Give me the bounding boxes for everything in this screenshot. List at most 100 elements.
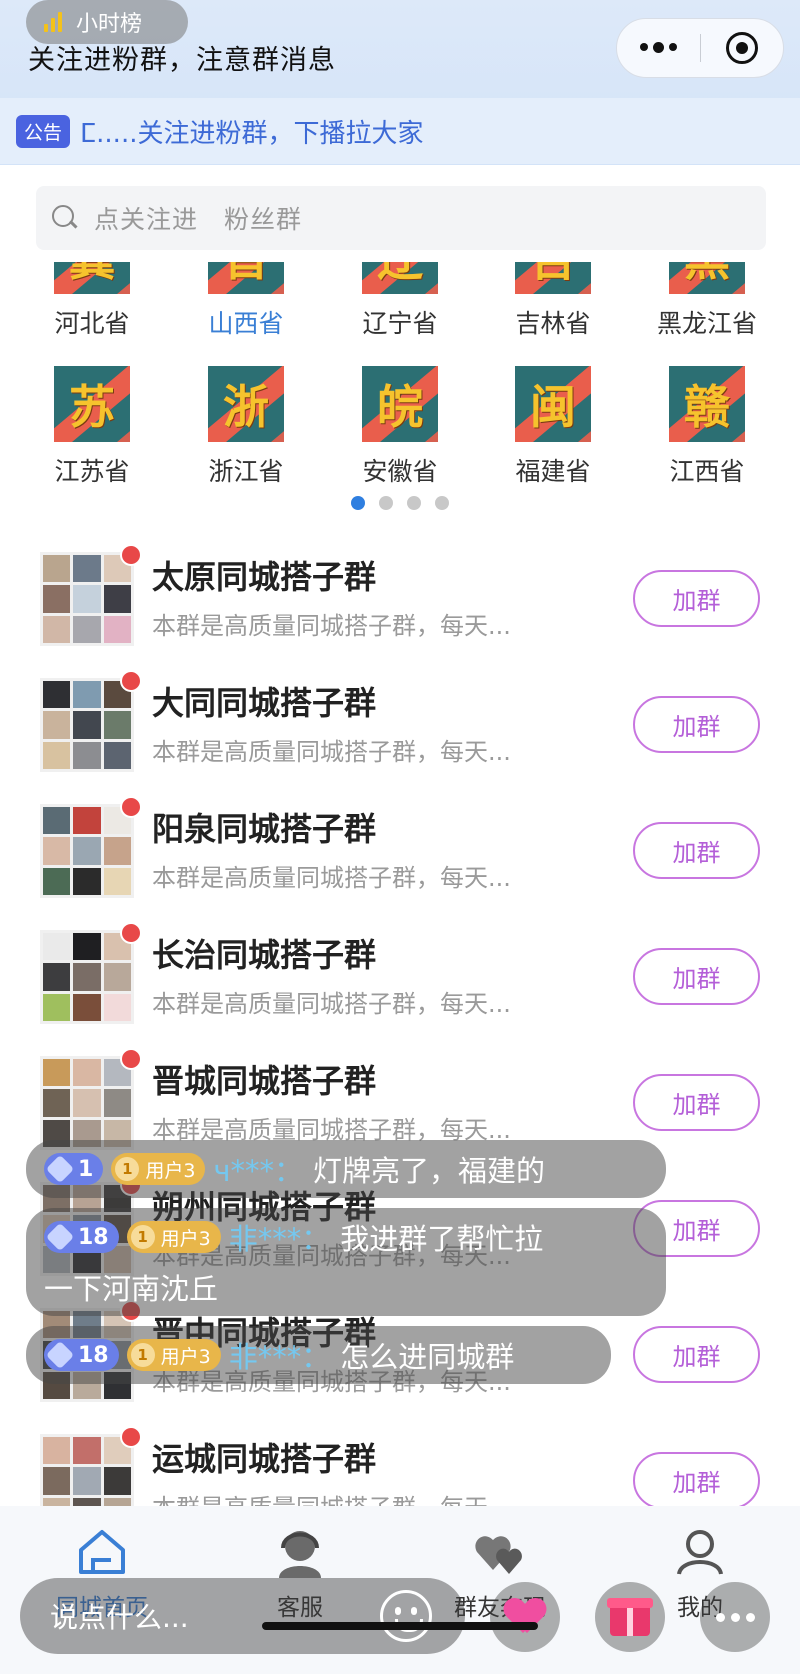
- chat-username[interactable]: ч***：: [213, 1148, 303, 1190]
- search-input[interactable]: 点关注进 粉丝群: [36, 186, 766, 250]
- chat-text: 我进群了帮忙拉: [340, 1222, 544, 1256]
- group-row[interactable]: 太原同城搭子群 本群是高质量同城搭子群，每天... 加群: [0, 530, 800, 656]
- more-dots-icon: [639, 41, 677, 53]
- unread-dot: [120, 670, 142, 692]
- join-group-button[interactable]: 加群: [633, 822, 760, 879]
- chat-text-continued: 一下河南沈丘: [44, 1272, 219, 1306]
- province-liaoning[interactable]: 辽 辽宁省: [340, 262, 460, 340]
- join-group-button[interactable]: 加群: [633, 1326, 760, 1383]
- join-group-button[interactable]: 加群: [633, 948, 760, 1005]
- group-avatar: [40, 678, 134, 772]
- gift-button[interactable]: [595, 1582, 665, 1652]
- gift-icon: [607, 1598, 653, 1636]
- province-name: 河北省: [54, 309, 130, 338]
- group-row[interactable]: 大同同城搭子群 本群是高质量同城搭子群，每天... 加群: [0, 656, 800, 782]
- fan-badge: 1 用户3: [126, 1339, 221, 1371]
- unread-dot: [120, 1048, 142, 1070]
- province-jiangsu[interactable]: 苏 江苏省: [32, 366, 152, 484]
- emoji-icon[interactable]: [380, 1590, 432, 1642]
- province-emblem-icon: 闽: [515, 366, 591, 442]
- group-desc: 本群是高质量同城搭子群，每天...: [152, 738, 511, 766]
- notice-bar: 公告 ⵎ.....关注进粉群，下播拉大家: [0, 98, 800, 164]
- group-name: 大同同城搭子群: [152, 684, 377, 722]
- unread-dot: [120, 796, 142, 818]
- group-name: 太原同城搭子群: [152, 558, 377, 596]
- group-name: 晋城同城搭子群: [152, 1062, 377, 1100]
- province-emblem-icon: 晋: [208, 262, 284, 294]
- province-jiangxi[interactable]: 赣 江西省: [647, 366, 767, 484]
- rank-label: 小时榜: [76, 12, 143, 37]
- group-desc: 本群是高质量同城搭子群，每天...: [152, 990, 511, 1018]
- page-dot[interactable]: [435, 496, 449, 510]
- province-fujian[interactable]: 闽 福建省: [493, 366, 613, 484]
- province-name: 浙江省: [208, 457, 284, 484]
- like-button[interactable]: [490, 1582, 560, 1652]
- fan-heart-icon: 1: [130, 1343, 155, 1367]
- chat-text: 灯牌亮了，福建的: [313, 1154, 546, 1188]
- group-avatar: [40, 1056, 134, 1150]
- province-heilongjiang[interactable]: 黑 黑龙江省: [647, 262, 767, 340]
- province-anhui[interactable]: 皖 安徽省: [340, 366, 460, 484]
- group-desc: 本群是高质量同城搭子群，每天...: [152, 864, 511, 892]
- chat-message: 1 1 用户3 ч***： 灯牌亮了，福建的: [26, 1140, 666, 1198]
- chat-username[interactable]: 非***：: [229, 1334, 331, 1376]
- notice-badge: 公告: [16, 114, 71, 148]
- level-badge: 18: [44, 1339, 119, 1371]
- province-emblem-icon: 皖: [362, 366, 438, 442]
- diamond-icon: [45, 1340, 75, 1370]
- province-name: 江苏省: [54, 457, 130, 484]
- province-name: 江西省: [669, 457, 745, 484]
- fan-heart-icon: 1: [115, 1157, 140, 1181]
- group-avatar: [40, 804, 134, 898]
- level-badge: 18: [44, 1221, 119, 1253]
- more-button[interactable]: [700, 1582, 770, 1652]
- chat-message: 18 1 用户3 非***： 我进群了帮忙拉 一下河南沈丘: [26, 1208, 666, 1316]
- province-emblem-icon: 浙: [208, 366, 284, 442]
- province-name: 辽宁省: [362, 309, 438, 338]
- page-dot[interactable]: [379, 496, 393, 510]
- group-name: 阳泉同城搭子群: [152, 810, 377, 848]
- province-emblem-icon: 吉: [515, 262, 591, 294]
- page-dot[interactable]: [351, 496, 365, 510]
- group-avatar: [40, 930, 134, 1024]
- province-zhejiang[interactable]: 浙 浙江省: [186, 366, 306, 484]
- join-group-button[interactable]: 加群: [633, 696, 760, 753]
- join-group-button[interactable]: 加群: [633, 1452, 760, 1509]
- province-shanxi[interactable]: 晋 山西省: [186, 262, 306, 340]
- page-indicator: [0, 496, 800, 510]
- fan-heart-icon: 1: [130, 1225, 155, 1249]
- home-indicator[interactable]: [262, 1622, 538, 1630]
- miniapp-capsule: [616, 18, 784, 78]
- page-dot[interactable]: [407, 496, 421, 510]
- group-row[interactable]: 阳泉同城搭子群 本群是高质量同城搭子群，每天... 加群: [0, 782, 800, 908]
- customer-service-icon: [279, 1531, 321, 1578]
- province-name: 安徽省: [362, 457, 438, 484]
- province-name: 黑龙江省: [656, 309, 757, 338]
- chat-text: 怎么进同城群: [340, 1340, 515, 1374]
- province-name: 福建省: [515, 457, 591, 484]
- province-emblem-icon: 辽: [362, 262, 438, 294]
- province-hebei[interactable]: 冀 河北省: [32, 262, 152, 340]
- group-name: 运城同城搭子群: [152, 1440, 377, 1478]
- rank-bars-icon: [44, 12, 62, 32]
- page-title: 关注进粉群，注意群消息: [28, 45, 336, 76]
- notice-text: ⵎ.....关注进粉群，下播拉大家: [80, 118, 424, 149]
- province-name: 吉林省: [515, 309, 591, 338]
- level-badge: 1: [44, 1153, 104, 1185]
- join-group-button[interactable]: 加群: [633, 1074, 760, 1131]
- province-emblem-icon: 赣: [669, 366, 745, 442]
- diamond-icon: [45, 1154, 75, 1184]
- chat-username[interactable]: 非***：: [229, 1216, 331, 1258]
- group-avatar: [40, 552, 134, 646]
- user-icon: [677, 1530, 723, 1575]
- group-name: 长治同城搭子群: [152, 936, 377, 974]
- province-grid: 冀 河北省 晋 山西省 辽 辽宁省 吉 吉林省 黑 黑龙江省 苏: [0, 262, 800, 484]
- province-name: 山西省: [208, 309, 284, 338]
- province-jilin[interactable]: 吉 吉林省: [493, 262, 613, 340]
- join-group-button[interactable]: 加群: [633, 570, 760, 627]
- fan-badge: 1 用户3: [111, 1153, 206, 1185]
- more-menu-button[interactable]: [617, 19, 700, 77]
- group-row[interactable]: 长治同城搭子群 本群是高质量同城搭子群，每天... 加群: [0, 908, 800, 1034]
- close-miniapp-button[interactable]: [701, 19, 784, 77]
- province-emblem-icon: 冀: [54, 262, 130, 294]
